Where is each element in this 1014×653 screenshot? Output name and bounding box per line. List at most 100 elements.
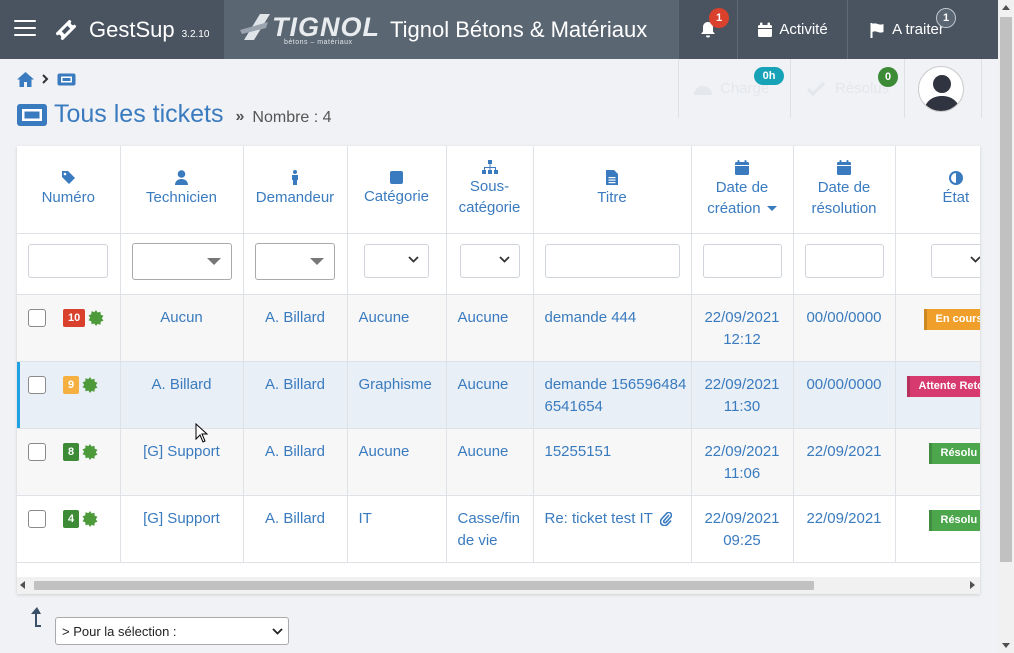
- priority-star-icon: [82, 376, 98, 393]
- calendar-icon: [758, 22, 773, 37]
- charge-badge: 0h: [754, 67, 784, 85]
- tag-icon: [61, 171, 75, 185]
- horizontal-scrollbar[interactable]: [17, 577, 980, 594]
- scroll-right-icon[interactable]: [970, 581, 975, 589]
- cell-categorie[interactable]: Graphisme: [347, 361, 447, 429]
- chevron-down-icon: [969, 256, 980, 263]
- filter-technicien-select[interactable]: [131, 242, 232, 280]
- ticket-count: Nombre : 4: [252, 108, 332, 126]
- tignol-mark-icon: [240, 14, 270, 40]
- row-checkbox[interactable]: [28, 509, 46, 528]
- cell-souscategorie[interactable]: Aucune: [446, 361, 534, 429]
- filter-categorie-select[interactable]: [364, 244, 429, 278]
- horizontal-scroll-thumb[interactable]: [34, 581, 814, 590]
- resolved-stat[interactable]: Résolus 0: [790, 59, 904, 118]
- ticket-crumb-icon[interactable]: [57, 73, 76, 86]
- cell-titre[interactable]: 15255151: [545, 443, 612, 460]
- cell-souscategorie[interactable]: Casse/fin de vie: [446, 495, 534, 563]
- status-badge: En cours: [923, 308, 980, 330]
- cell-demandeur[interactable]: A. Billard: [243, 361, 348, 429]
- col-date-resolution[interactable]: Date de résolution: [793, 146, 896, 234]
- notifications-button[interactable]: 1: [678, 0, 737, 59]
- company-logo: TIGNOL bétons – matériaux: [240, 10, 380, 48]
- level-up-arrow-icon: [31, 607, 41, 627]
- cell-souscategorie[interactable]: Aucune: [446, 428, 534, 496]
- cell-technicien[interactable]: A. Billard: [120, 361, 244, 429]
- cell-demandeur[interactable]: A. Billard: [243, 428, 348, 496]
- col-titre[interactable]: Titre: [533, 146, 692, 234]
- row-checkbox[interactable]: [28, 442, 46, 461]
- table-row[interactable]: 10 Aucun A. Billard Aucune Aucune demande 444…: [17, 294, 980, 362]
- half-circle-icon: [948, 170, 963, 185]
- filter-etat-select[interactable]: [930, 244, 980, 278]
- col-categorie[interactable]: Catégorie: [347, 146, 447, 234]
- bulk-action-select[interactable]: > Pour la sélection :: [55, 617, 289, 645]
- col-etat[interactable]: État: [895, 146, 980, 234]
- tickets-card: Numéro Technicien Demandeur Catégorie So…: [17, 146, 980, 594]
- cell-categorie[interactable]: Aucune: [347, 428, 447, 496]
- status-badge: Résolu: [928, 442, 980, 464]
- notifications-badge: 1: [709, 8, 729, 28]
- todo-label: A traiter: [892, 21, 944, 38]
- col-date-creation[interactable]: Date de création: [691, 146, 794, 234]
- col-demandeur[interactable]: Demandeur: [243, 146, 348, 234]
- row-checkbox[interactable]: [28, 375, 46, 394]
- cell-categorie[interactable]: IT: [347, 495, 447, 563]
- vertical-scroll-thumb[interactable]: [1000, 17, 1012, 562]
- status-badge: Attente Retour: [906, 375, 980, 397]
- avatar[interactable]: [918, 66, 964, 112]
- filter-date-creation-input[interactable]: [702, 244, 782, 278]
- table-row[interactable]: 8 [G] Support A. Billard Aucune Aucune 152551…: [17, 428, 980, 496]
- cell-souscategorie[interactable]: Aucune: [446, 294, 534, 362]
- cell-creation-time: 11:30: [723, 397, 761, 415]
- file-text-icon: [606, 170, 618, 186]
- filter-demandeur-select[interactable]: [255, 242, 335, 280]
- home-icon[interactable]: [17, 71, 34, 87]
- cell-creation-time: 09:25: [723, 531, 761, 549]
- ticket-id-badge[interactable]: 9: [63, 375, 80, 394]
- cell-technicien[interactable]: [G] Support: [120, 428, 244, 496]
- activity-button[interactable]: Activité: [737, 0, 847, 59]
- cell-resolution-date: 22/09/2021: [793, 495, 896, 563]
- app-name: GestSup: [89, 17, 175, 42]
- cell-creation-date: 22/09/2021: [704, 442, 780, 460]
- menu-toggle-icon[interactable]: [14, 20, 36, 38]
- ticket-id-badge[interactable]: 4: [63, 509, 80, 528]
- ticket-id-badge[interactable]: 10: [63, 308, 86, 327]
- user-avatar-icon: [924, 75, 960, 111]
- cell-creation-time: 11:06: [723, 464, 761, 482]
- ticket-id-badge[interactable]: 8: [63, 442, 80, 461]
- header-titre: Titre: [597, 189, 627, 207]
- col-souscategorie[interactable]: Sous-catégorie: [446, 146, 534, 234]
- filter-titre-input[interactable]: [544, 244, 680, 278]
- cell-titre[interactable]: demande 1565964846541654: [545, 376, 687, 415]
- page-title-row: Tous les tickets » Nombre : 4: [17, 100, 332, 129]
- header-demandeur: Demandeur: [255, 189, 335, 207]
- table-row[interactable]: 4 [G] Support A. Billard IT Casse/fin de vie…: [17, 495, 980, 563]
- scroll-up-icon[interactable]: [1002, 5, 1010, 10]
- cell-demandeur[interactable]: A. Billard: [243, 495, 348, 563]
- row-checkbox[interactable]: [28, 308, 46, 327]
- todo-button[interactable]: A traiter 1: [847, 0, 965, 59]
- vertical-scrollbar[interactable]: [998, 0, 1014, 653]
- table-row[interactable]: 9 A. Billard A. Billard Graphisme Aucune dema…: [17, 361, 980, 429]
- cell-demandeur[interactable]: A. Billard: [243, 294, 348, 362]
- cell-technicien[interactable]: Aucun: [120, 294, 244, 362]
- cell-titre[interactable]: Re: ticket test IT: [545, 510, 653, 527]
- scroll-left-icon[interactable]: [20, 581, 25, 589]
- activity-label: Activité: [779, 21, 828, 38]
- charge-stat[interactable]: Charge 0h: [678, 59, 790, 118]
- person-icon: [292, 170, 298, 186]
- filter-numero-input[interactable]: [28, 244, 109, 278]
- col-numero[interactable]: Numéro: [17, 146, 121, 234]
- cell-technicien[interactable]: [G] Support: [120, 495, 244, 563]
- col-technicien[interactable]: Technicien: [120, 146, 244, 234]
- scroll-down-icon[interactable]: [1002, 643, 1010, 648]
- filter-date-resolution-input[interactable]: [804, 244, 884, 278]
- filter-souscategorie-select[interactable]: [459, 244, 520, 278]
- cell-titre[interactable]: demande 444: [545, 309, 637, 326]
- company-name: Tignol Bétons & Matériaux: [390, 17, 648, 42]
- user-icon: [175, 170, 188, 186]
- brand[interactable]: GestSup 3.2.10: [54, 15, 209, 45]
- cell-categorie[interactable]: Aucune: [347, 294, 447, 362]
